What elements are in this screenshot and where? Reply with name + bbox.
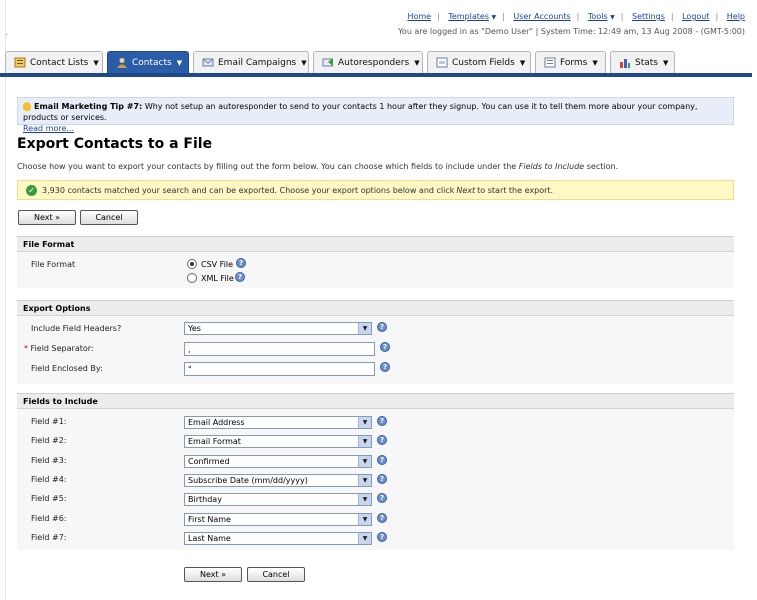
email-icon xyxy=(202,57,214,68)
section-heading: File Format xyxy=(17,237,734,252)
chevron-down-icon: ▼ xyxy=(358,417,371,428)
field-select[interactable]: Confirmed ▼ xyxy=(184,455,372,468)
page-dot: . xyxy=(5,28,8,37)
help-icon[interactable]: ? xyxy=(235,272,245,282)
chevron-down-icon: ▼ xyxy=(662,58,669,67)
chevron-down-icon: ▼ xyxy=(592,58,598,67)
fields-to-include-section: Fields to Include xyxy=(17,393,734,550)
page-edge-line xyxy=(5,0,6,600)
autoresponder-icon xyxy=(322,57,334,68)
nav-help-link[interactable]: Help xyxy=(727,12,745,21)
chevron-down-icon: ▼ xyxy=(519,58,526,67)
help-icon[interactable]: ? xyxy=(377,493,387,503)
read-more-link[interactable]: Read more... xyxy=(23,124,74,133)
section-heading: Fields to Include xyxy=(17,394,734,409)
section-heading: Export Options xyxy=(17,301,734,316)
page-title: Export Contacts to a File xyxy=(17,136,213,152)
chevron-down-icon: ▼ xyxy=(176,58,183,67)
field-label: Field #7: xyxy=(31,533,67,542)
field-select[interactable]: Last Name ▼ xyxy=(184,532,372,545)
help-icon[interactable]: ? xyxy=(380,362,390,372)
file-format-label: File Format xyxy=(31,260,76,269)
chevron-down-icon: ▼ xyxy=(358,494,371,505)
include-headers-select[interactable]: Yes ▼ xyxy=(184,322,372,335)
nav-user-accounts-link[interactable]: User Accounts xyxy=(513,12,570,21)
help-icon[interactable]: ? xyxy=(377,322,387,332)
nav-settings-link[interactable]: Settings xyxy=(632,12,665,21)
field-label: Field #6: xyxy=(31,514,67,523)
help-icon[interactable]: ? xyxy=(377,513,387,523)
tab-contact-lists[interactable]: Contact Lists ▼ xyxy=(5,51,103,73)
field-select[interactable]: Email Address ▼ xyxy=(184,416,372,429)
field-label: Field #2: xyxy=(31,436,67,445)
field-select[interactable]: Birthday ▼ xyxy=(184,493,372,506)
nav-tools-link[interactable]: Tools xyxy=(588,12,608,21)
chevron-down-icon: ▼ xyxy=(358,475,371,486)
help-icon[interactable]: ? xyxy=(236,258,246,268)
chevron-down-icon: ▼ xyxy=(358,436,371,447)
tab-contacts[interactable]: Contacts ▼ xyxy=(107,51,189,73)
field-separator-label: * Field Separator: xyxy=(24,344,94,353)
help-icon[interactable]: ? xyxy=(377,532,387,542)
required-marker: * xyxy=(24,344,28,353)
help-icon[interactable]: ? xyxy=(377,455,387,465)
stats-icon xyxy=(619,57,631,68)
field-separator-input[interactable]: , xyxy=(184,342,375,356)
tab-forms[interactable]: Forms ▼ xyxy=(535,51,606,73)
help-icon[interactable]: ? xyxy=(377,435,387,445)
login-status: You are logged in as "Demo User" | Syste… xyxy=(398,27,745,36)
lightbulb-icon xyxy=(23,102,31,111)
chevron-down-icon: ▼ xyxy=(301,58,307,67)
field-enclosed-input[interactable]: " xyxy=(184,362,375,376)
tab-autoresponders[interactable]: Autoresponders ▼ xyxy=(313,51,423,73)
tab-custom-fields[interactable]: Custom Fields ▼ xyxy=(427,51,531,73)
page-intro: Choose how you want to export your conta… xyxy=(17,162,619,171)
contacts-icon xyxy=(116,57,128,68)
field-select[interactable]: Subscribe Date (mm/dd/yyyy) ▼ xyxy=(184,474,372,487)
xml-file-radio[interactable]: XML File xyxy=(187,273,234,283)
forms-icon xyxy=(544,57,556,68)
cancel-button[interactable]: Cancel xyxy=(80,210,138,225)
nav-templates-link[interactable]: Templates xyxy=(448,12,489,21)
field-select[interactable]: Email Format ▼ xyxy=(184,435,372,448)
top-nav: Home | Templates ▼ | User Accounts | Tools … xyxy=(398,12,745,36)
chevron-down-icon: ▼ xyxy=(610,14,615,21)
field-enclosed-label: Field Enclosed By: xyxy=(31,364,103,373)
next-button-bottom[interactable]: Next » xyxy=(184,567,242,582)
chevron-down-icon: ▼ xyxy=(358,323,371,334)
chevron-down-icon: ▼ xyxy=(358,456,371,467)
help-icon[interactable]: ? xyxy=(377,474,387,484)
contact-lists-icon xyxy=(14,57,26,68)
chevron-down-icon: ▼ xyxy=(491,14,497,21)
tab-stats[interactable]: Stats ▼ xyxy=(610,51,675,73)
csv-file-radio[interactable]: CSV File xyxy=(187,259,233,269)
radio-unselected-icon xyxy=(187,273,197,283)
cancel-button-bottom[interactable]: Cancel xyxy=(247,567,305,582)
custom-fields-icon xyxy=(436,57,448,68)
file-format-section: File Format xyxy=(17,236,734,288)
field-label: Field #1: xyxy=(31,417,67,426)
help-icon[interactable]: ? xyxy=(380,342,390,352)
field-label: Field #5: xyxy=(31,494,67,503)
nav-home-link[interactable]: Home xyxy=(407,12,431,21)
success-message: ✓ 3,930 contacts matched your search and… xyxy=(17,180,734,200)
next-button[interactable]: Next » xyxy=(18,210,76,225)
chevron-down-icon: ▼ xyxy=(414,58,420,67)
chevron-down-icon: ▼ xyxy=(358,514,371,525)
chevron-down-icon: ▼ xyxy=(93,58,99,67)
nav-logout-link[interactable]: Logout xyxy=(682,12,709,21)
radio-selected-icon xyxy=(187,259,197,269)
include-headers-label: Include Field Headers? xyxy=(31,324,122,333)
checkmark-icon: ✓ xyxy=(26,184,37,196)
field-select[interactable]: First Name ▼ xyxy=(184,513,372,526)
tab-email-campaigns[interactable]: Email Campaigns ▼ xyxy=(193,51,309,73)
marketing-tip: Email Marketing Tip #7: Why not setup an… xyxy=(17,97,734,133)
export-options-section: Export Options xyxy=(17,300,734,384)
field-label: Field #4: xyxy=(31,475,67,484)
field-label: Field #3: xyxy=(31,456,67,465)
main-tab-bar: Contact Lists ▼ Contacts ▼ Email Campaigns… xyxy=(0,51,752,77)
help-icon[interactable]: ? xyxy=(377,416,387,426)
chevron-down-icon: ▼ xyxy=(358,533,371,544)
